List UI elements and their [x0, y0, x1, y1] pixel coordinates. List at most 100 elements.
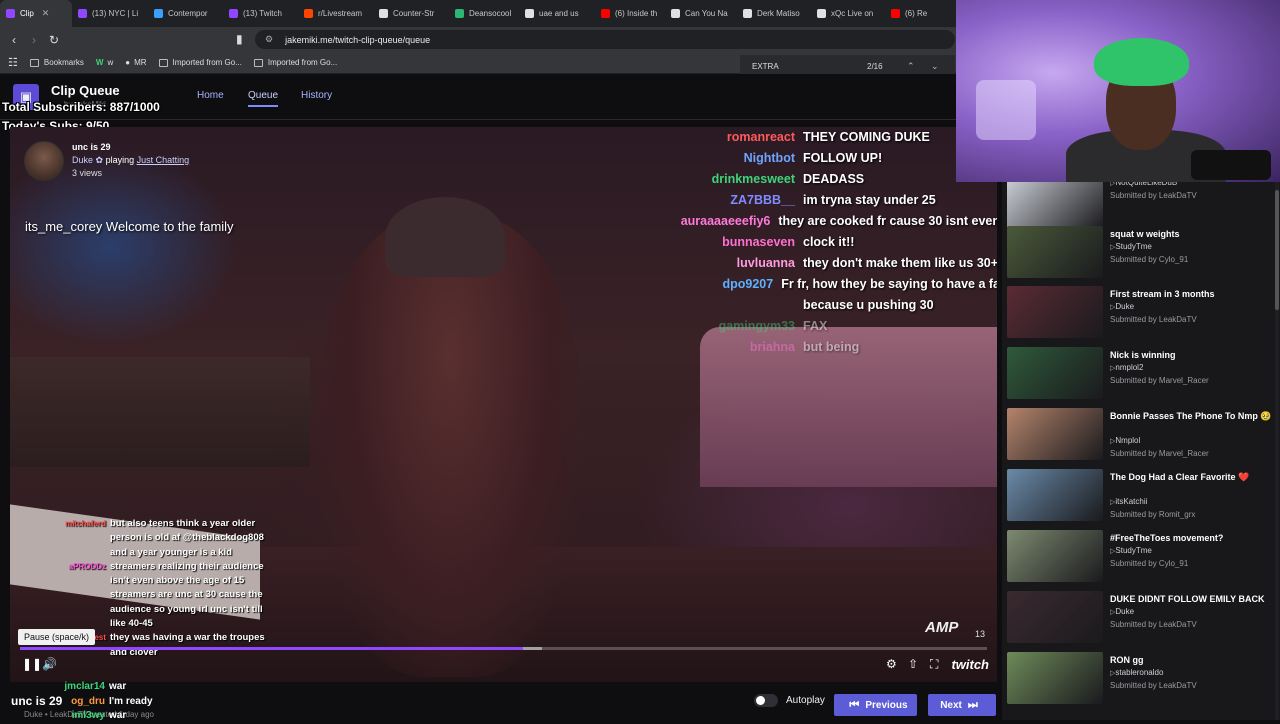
nav-history[interactable]: History [301, 90, 332, 101]
clip-views: 3 views [72, 168, 103, 178]
nav-home[interactable]: Home [197, 90, 224, 101]
find-up-icon[interactable]: ⌃ [907, 61, 915, 72]
browser-tab[interactable]: Derk Matiso [737, 0, 811, 27]
buffer-fill [522, 647, 543, 650]
queue-thumbnail[interactable] [1007, 286, 1103, 338]
video-player[interactable]: unc is 29 Duke ✿ playing Just Chatting 3… [10, 127, 997, 682]
progress-bar[interactable] [20, 647, 987, 650]
clip-channel[interactable]: Duke [72, 155, 93, 165]
chat-message: bunnaseven clock it!! [665, 232, 997, 253]
chat-message: og_dru I'm ready [45, 695, 152, 710]
previous-button[interactable]: ⏮ Previous [834, 694, 917, 716]
queue-item[interactable]: RON gg stableronaldo Submitted by LeakDaTV [1007, 652, 1277, 712]
tab-favicon-icon [455, 9, 464, 18]
browser-tab[interactable]: Counter-Str [373, 0, 449, 27]
queue-item[interactable]: First stream in 3 months Duke Submitted by… [1007, 286, 1277, 346]
queue-thumbnail[interactable] [1007, 530, 1103, 582]
browser-tab[interactable]: r/Livestream [298, 0, 373, 27]
tab-close-icon[interactable]: ✕ [42, 8, 50, 19]
clip-playing: playing [105, 155, 135, 165]
queue-thumbnail[interactable] [1007, 591, 1103, 643]
browser-tab[interactable]: uae and us [519, 0, 595, 27]
queue-channel: Duke [1110, 302, 1134, 311]
chat-overlay-bottom: jmclar14 war og_dru I'm ready iml3wy war [45, 680, 153, 724]
share-icon[interactable]: ⇧ [908, 657, 918, 671]
queue-item[interactable]: squat w weights StudyTme Submitted by Cylo… [1007, 226, 1277, 286]
apps-grid-icon[interactable]: ☷ [8, 56, 18, 69]
queue-item[interactable]: #FreeTheToes movement? StudyTme Submitted … [1007, 530, 1277, 590]
tab-favicon-icon [601, 9, 610, 18]
bookmark-star-icon[interactable]: ▮ [236, 32, 243, 46]
browser-tab[interactable]: (13) Twitch [223, 0, 298, 27]
queue-item[interactable]: Bonnie Passes The Phone To Nmp 🥹 Nmplol Su… [1007, 408, 1277, 468]
chat-message: mitchaferd but also teens think a year ol… [50, 517, 280, 560]
twitch-logo[interactable]: twitch [951, 657, 989, 672]
queue-thumbnail[interactable] [1007, 652, 1103, 704]
clip-game[interactable]: Just Chatting [137, 155, 190, 165]
bookmark-item[interactable]: Ww [96, 58, 113, 67]
tab-favicon-icon [671, 9, 680, 18]
url-field[interactable]: ⚙ jakemiki.me/twitch-clip-queue/queue [255, 30, 955, 49]
queue-submitter: Submitted by Marvel_Racer [1110, 376, 1209, 385]
tab-label: (13) Twitch [243, 9, 282, 18]
chat-username: aPRODDz [68, 561, 106, 571]
app-title: Clip Queue [51, 83, 120, 98]
reload-icon[interactable]: ↻ [44, 33, 64, 47]
find-down-icon[interactable]: ⌄ [931, 61, 939, 72]
tab-favicon-icon [743, 9, 752, 18]
browser-tab[interactable]: Clip ✕ [0, 0, 72, 27]
autoplay-toggle[interactable] [754, 694, 778, 707]
back-icon[interactable]: ‹ [4, 33, 24, 47]
chat-message: jmclar14 war [45, 680, 153, 695]
browser-tab[interactable]: Contempor [148, 0, 223, 27]
queue-submitter: Submitted by Marvel_Racer [1110, 449, 1209, 458]
queue-thumbnail[interactable] [1007, 182, 1103, 228]
browser-tab[interactable]: (6) Re [885, 0, 929, 27]
browser-tab[interactable]: Can You Na [665, 0, 737, 27]
queue-submitter: Submitted by Romit_grx [1110, 510, 1196, 519]
chat-text: they don't make them like us 30+ [803, 256, 997, 270]
chat-username: og_dru [71, 695, 105, 707]
browser-tab[interactable]: (6) Inside th [595, 0, 665, 27]
queue-thumbnail[interactable] [1007, 408, 1103, 460]
queue-thumbnail[interactable] [1007, 347, 1103, 399]
bookmark-folder[interactable]: Imported from Go... [158, 58, 242, 67]
chat-message: Nightbot FOLLOW UP! [665, 148, 997, 169]
chat-message: drinkmesweet DEADASS [665, 169, 997, 190]
browser-tab[interactable]: Deansocool [449, 0, 519, 27]
queue-item[interactable]: The Dog Had a Clear Favorite ❤️ itsKatchi… [1007, 469, 1277, 529]
queue-thumbnail[interactable] [1007, 226, 1103, 278]
chat-text: they was having a war the troupes and cl… [110, 632, 265, 658]
chat-message: luvluanna they don't make them like us 30… [665, 253, 997, 274]
bookmark-icon: ● [125, 58, 131, 67]
fullscreen-icon[interactable]: ⛶ [930, 657, 938, 672]
queue-item[interactable]: DUKE DIDNT FOLLOW EMILY BACK Duke Submitte… [1007, 591, 1277, 651]
find-input[interactable]: EXTRA [752, 62, 779, 71]
next-button[interactable]: Next ⏭ [928, 694, 996, 716]
pause-icon[interactable]: ❚❚ [22, 657, 42, 671]
bookmark-item[interactable]: ● MR [125, 58, 146, 67]
bookmark-folder[interactable]: Imported from Go... [253, 58, 337, 67]
nav-queue[interactable]: Queue [248, 90, 279, 107]
chat-text: THEY COMING DUKE [803, 130, 930, 144]
settings-gear-icon[interactable]: ⚙ [886, 657, 897, 671]
browser-tab[interactable]: (13) NYC | Li [72, 0, 148, 27]
bookmark-item[interactable]: Bookmarks [29, 58, 84, 67]
chat-text: they are cooked fr cause 30 isnt even [778, 214, 997, 228]
autoplay-label: Autoplay [786, 695, 825, 706]
volume-icon[interactable]: 🔊 [42, 657, 57, 671]
chat-text: war [109, 681, 127, 692]
tab-favicon-icon [891, 9, 900, 18]
queue-item[interactable]: Nick is winning nmplol2 Submitted by Marve… [1007, 347, 1277, 407]
site-info-icon[interactable]: ⚙ [265, 34, 273, 45]
chat-username: mitchaferd [65, 519, 106, 528]
chat-message: ZA7BBB__ im tryna stay under 25 [665, 190, 997, 211]
queue-channel: StudyTme [1110, 546, 1151, 555]
forward-icon[interactable]: › [24, 33, 44, 47]
queue-submitter: Submitted by LeakDaTV [1110, 620, 1197, 629]
browser-tab[interactable]: xQc Live on [811, 0, 885, 27]
video-streamer [320, 217, 580, 677]
queue-channel: itsKatchii [1110, 497, 1147, 506]
queue-thumbnail[interactable] [1007, 469, 1103, 521]
chat-text: but also teens think a year older person… [110, 518, 264, 558]
